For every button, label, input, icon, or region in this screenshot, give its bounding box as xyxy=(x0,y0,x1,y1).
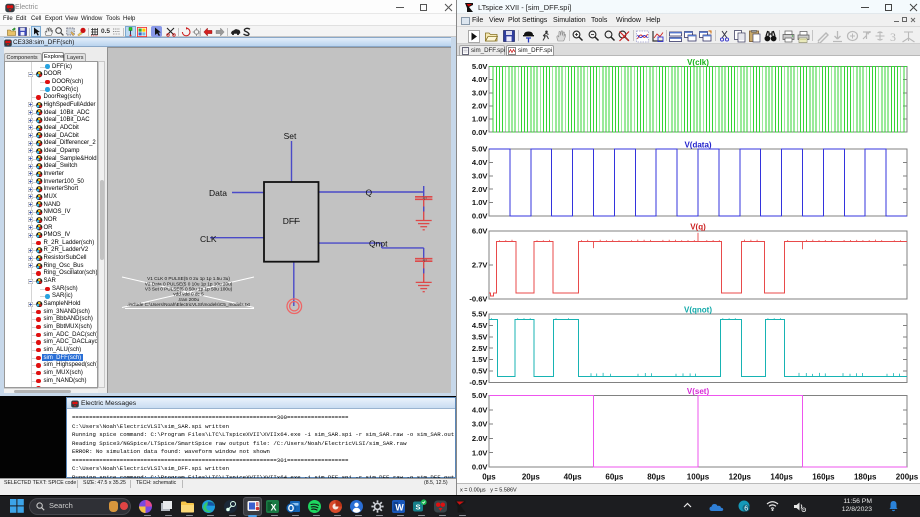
svg-text:2.7V: 2.7V xyxy=(472,261,489,270)
svg-text:20µs: 20µs xyxy=(522,473,541,482)
svg-text:4.0V: 4.0V xyxy=(472,75,489,84)
svg-text:V(clk): V(clk) xyxy=(687,58,709,67)
svg-text:X: X xyxy=(271,502,277,512)
svg-text:V(set): V(set) xyxy=(687,387,710,396)
svg-text:3.5V: 3.5V xyxy=(472,332,489,341)
svg-text:S: S xyxy=(416,502,421,511)
svg-text:4.0V: 4.0V xyxy=(472,158,489,167)
svg-text:0.0V: 0.0V xyxy=(472,463,489,472)
svg-text:2.5V: 2.5V xyxy=(472,344,489,353)
svg-text:5.0V: 5.0V xyxy=(472,145,489,154)
svg-text:3.0V: 3.0V xyxy=(472,88,489,97)
svg-text:3.0V: 3.0V xyxy=(472,420,489,429)
svg-text:CLK: CLK xyxy=(200,234,217,244)
svg-text:5.5V: 5.5V xyxy=(472,310,489,319)
svg-text:4.5V: 4.5V xyxy=(472,321,489,330)
svg-text:3: 3 xyxy=(890,30,896,43)
svg-text:180µs: 180µs xyxy=(854,473,877,482)
svg-text:100µs: 100µs xyxy=(687,473,710,482)
svg-text:0µs: 0µs xyxy=(482,473,496,482)
svg-text:80µs: 80µs xyxy=(647,473,666,482)
svg-text:2.0V: 2.0V xyxy=(472,185,489,194)
svg-text:120µs: 120µs xyxy=(729,473,752,482)
svg-text:6: 6 xyxy=(744,506,748,512)
svg-text:1.0V: 1.0V xyxy=(472,448,489,457)
svg-text:2.0V: 2.0V xyxy=(472,102,489,111)
svg-text:2.0V: 2.0V xyxy=(472,434,489,443)
svg-text:W: W xyxy=(395,502,404,512)
svg-text:5.0V: 5.0V xyxy=(472,62,489,71)
svg-text:1p: 1p xyxy=(422,195,427,200)
svg-text:200µs: 200µs xyxy=(896,473,919,482)
svg-text:5.0V: 5.0V xyxy=(472,391,489,400)
svg-text:0.0V: 0.0V xyxy=(472,212,489,221)
svg-text:140µs: 140µs xyxy=(770,473,793,482)
svg-text:0.5V: 0.5V xyxy=(472,367,489,376)
svg-text:.include C:\Users\Noah\Electri: .include C:\Users\Noah\ElectricVLSI\mode… xyxy=(127,302,250,307)
svg-text:40µs: 40µs xyxy=(564,473,583,482)
svg-text:6.0V: 6.0V xyxy=(472,227,489,236)
svg-text:-0.6V: -0.6V xyxy=(469,295,488,304)
svg-text:1.0V: 1.0V xyxy=(472,198,489,207)
svg-text:V(q): V(q) xyxy=(690,223,706,232)
svg-text:Qnot: Qnot xyxy=(369,239,388,249)
svg-text:4.0V: 4.0V xyxy=(472,405,489,414)
svg-text:0.0V: 0.0V xyxy=(472,128,489,137)
svg-text:1p: 1p xyxy=(422,257,427,262)
svg-text:Data: Data xyxy=(209,188,227,198)
svg-text:160µs: 160µs xyxy=(812,473,835,482)
svg-text:60µs: 60µs xyxy=(605,473,624,482)
svg-text:Q: Q xyxy=(366,188,373,198)
svg-text:V(qnot): V(qnot) xyxy=(684,306,712,315)
svg-text:3.0V: 3.0V xyxy=(472,171,489,180)
svg-text:V(data): V(data) xyxy=(684,141,711,150)
svg-text:-0.5V: -0.5V xyxy=(469,378,488,387)
svg-text:1.0V: 1.0V xyxy=(472,115,489,124)
svg-text:1.5V: 1.5V xyxy=(472,355,489,364)
svg-text:Set: Set xyxy=(284,131,297,141)
